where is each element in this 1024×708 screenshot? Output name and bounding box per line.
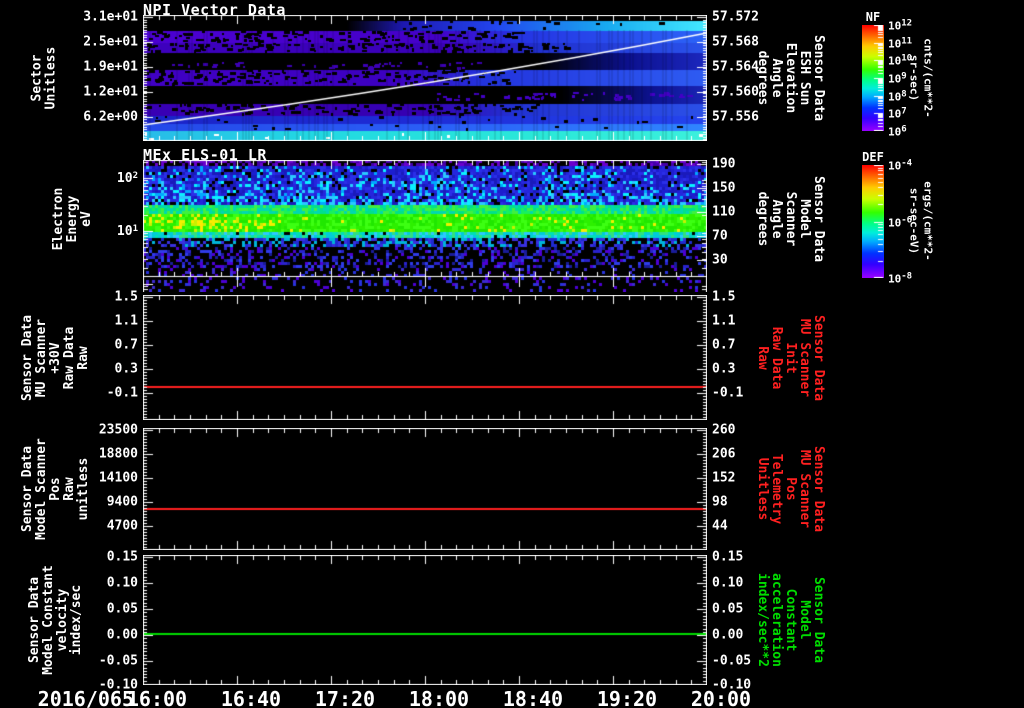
y-tick-label-left: 0.15 (106, 549, 138, 565)
nf-colorbar-tick-label: 107 (888, 107, 907, 121)
els-spectrogram (143, 160, 707, 292)
y-tick-label-left: 18800 (98, 446, 138, 462)
y-tick-label-left: 1.9e+01 (83, 59, 138, 75)
nf-colorbar-tick-label: 106 (888, 124, 907, 139)
y-tick-label-right: 0.05 (712, 601, 744, 617)
nf-colorbar-title: NF (865, 10, 881, 24)
y-tick-label-left: -0.10 (98, 677, 138, 693)
panel3-right-axis-label: Sensor Data MU Scanner Init Raw Data Raw (755, 314, 826, 401)
npi-spectrogram (143, 15, 707, 141)
y-tick-label-right: 44 (712, 518, 728, 534)
y-tick-label-left: -0.05 (98, 653, 138, 669)
def-colorbar-title: DEF (862, 150, 884, 164)
y-tick-label-right: 1.5 (712, 289, 736, 305)
mu-scanner-line-plot (143, 295, 707, 420)
y-tick-label-right: 98 (712, 494, 728, 510)
y-tick-label-left: 0.05 (106, 601, 138, 617)
y-tick-label-right: 0.10 (712, 575, 744, 591)
nf-colorbar-tick-label: 1010 (888, 54, 913, 68)
nf-colorbar-tick-label: 1012 (888, 18, 913, 33)
y-tick-label-left: -0.1 (106, 385, 138, 401)
y-tick-label-right: -0.10 (712, 677, 752, 693)
nf-colorbar-tick-label: 1011 (888, 36, 913, 50)
time-tick-label: 19:20 (596, 687, 658, 708)
y-tick-label-right: -0.05 (712, 653, 752, 669)
y-tick-label-right: 206 (712, 446, 736, 462)
y-tick-label-right: 0.7 (712, 337, 736, 353)
time-tick-label: 17:20 (314, 687, 376, 708)
y-tick-label-right: 260 (712, 422, 736, 438)
time-tick-label: 18:00 (408, 687, 470, 708)
y-tick-label-left: 0.7 (114, 337, 138, 353)
panel5-right-axis-label: Sensor Data Model Constant acceleration … (755, 573, 827, 667)
y-tick-label-left: 1.1 (114, 313, 138, 329)
def-colorbar-tick-label: 10-6 (888, 215, 913, 229)
y-tick-label-right: 57.572 (712, 9, 759, 25)
y-tick-label-right: 70 (712, 228, 728, 244)
y-tick-label-left: 102 (116, 170, 138, 187)
y-tick-label-right: 0.3 (712, 361, 736, 377)
y-tick-label-right: 0.15 (712, 549, 744, 565)
y-tick-label-right: 57.564 (712, 59, 759, 75)
panel2-right-axis-label: Sensor Data Model Scanner Angle degrees (755, 175, 826, 262)
y-tick-label-right: 152 (712, 470, 736, 486)
time-tick-label: 18:40 (502, 687, 564, 708)
y-tick-label-left: 2.5e+01 (83, 34, 138, 50)
y-tick-label-left: 9400 (106, 494, 138, 510)
y-tick-label-left: 1.5 (114, 289, 138, 305)
y-tick-label-left: 14100 (98, 470, 138, 486)
time-tick-label: 16:40 (220, 687, 282, 708)
scanner-pos-line-plot (143, 428, 707, 550)
y-tick-label-left: 23500 (98, 422, 138, 438)
y-tick-label-left: 0.00 (106, 627, 138, 643)
def-colorbar-tick-label: 10-8 (888, 271, 913, 286)
panel4-right-axis-label: Sensor Data MU Scanner Pos Telemetry Uni… (755, 445, 826, 533)
model-constant-line-plot (143, 555, 707, 685)
plot-stage: NPI Vector Data MEx ELS-01 LR Sector Uni… (0, 0, 1024, 708)
y-tick-label-left: 0.3 (114, 361, 138, 377)
y-tick-label-right: 150 (712, 180, 736, 196)
y-tick-label-right: 30 (712, 252, 728, 268)
nf-colorbar (862, 25, 884, 131)
y-tick-label-left: 3.1e+01 (83, 9, 138, 25)
y-tick-label-right: 57.568 (712, 34, 759, 50)
y-tick-label-left: 6.2e+00 (83, 109, 138, 125)
y-tick-label-right: 110 (712, 204, 736, 220)
y-tick-label-left: 4700 (106, 518, 138, 534)
y-tick-label-right: 0.00 (712, 627, 744, 643)
def-colorbar (862, 165, 884, 278)
y-tick-label-left: 1.2e+01 (83, 84, 138, 100)
nf-colorbar-tick-label: 108 (888, 89, 907, 103)
y-tick-label-left: 101 (116, 223, 138, 240)
nf-colorbar-tick-label: 109 (888, 71, 907, 86)
y-tick-label-right: 57.560 (712, 84, 759, 100)
def-colorbar-tick-label: 10-4 (888, 158, 913, 173)
y-tick-label-left: 0.10 (106, 575, 138, 591)
y-tick-label-right: 57.556 (712, 109, 759, 125)
y-tick-label-right: -0.1 (712, 385, 744, 401)
y-tick-label-right: 190 (712, 156, 736, 172)
y-tick-label-right: 1.1 (712, 313, 736, 329)
